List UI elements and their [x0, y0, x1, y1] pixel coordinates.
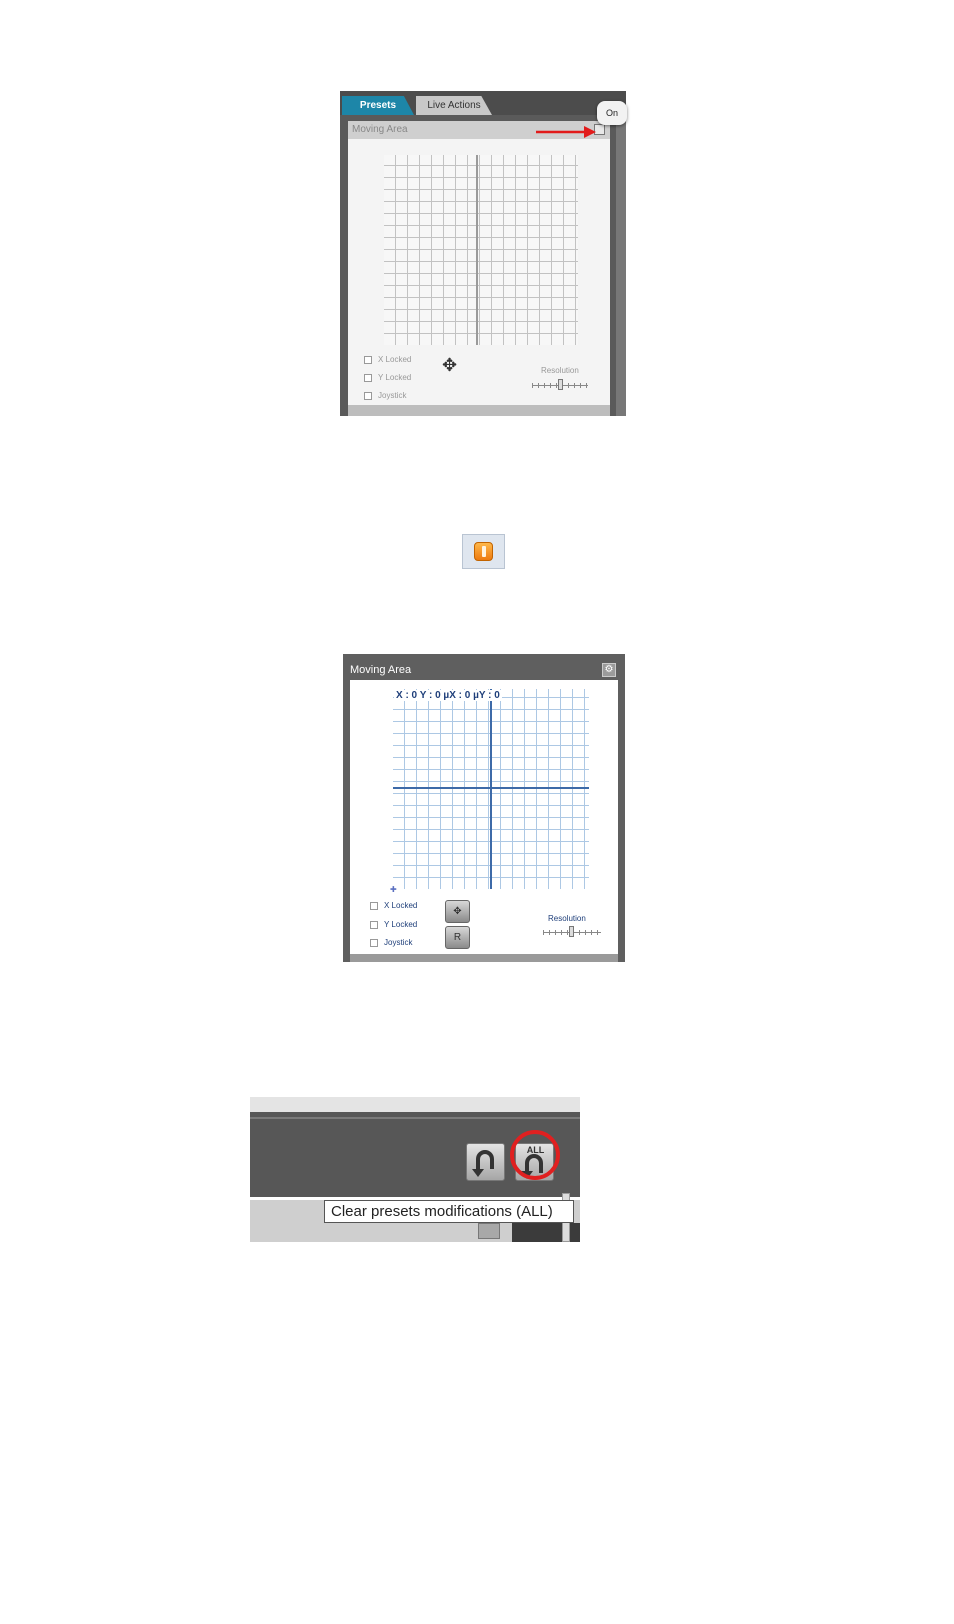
y-locked-label: Y Locked — [378, 373, 412, 382]
x-locked-label: X Locked — [378, 355, 412, 364]
four-way-arrow-icon: ✥ — [442, 355, 458, 375]
undo-icon — [472, 1150, 494, 1177]
moving-grid[interactable] — [384, 155, 578, 345]
joystick-label: Joystick — [378, 391, 407, 400]
tab-bar: Presets Live Actions — [340, 91, 626, 115]
settings-icon[interactable]: ⚙ — [602, 663, 616, 677]
tab-presets[interactable]: Presets — [342, 96, 414, 115]
y-locked-checkbox[interactable]: Y Locked — [370, 920, 417, 929]
checkbox-box[interactable] — [370, 901, 378, 910]
resolution-label: Resolution — [541, 366, 579, 375]
moving-area-screenshot-on: Moving Area ⚙ X : 0 Y : 0 µX : 0 µY : 0 … — [343, 654, 625, 962]
grid-vertical-axis — [490, 689, 492, 889]
power-on-bar — [482, 546, 486, 557]
checkbox-box[interactable] — [364, 355, 372, 364]
x-locked-checkbox[interactable]: X Locked — [370, 901, 417, 910]
top-strip — [250, 1097, 580, 1112]
grid-center-line — [476, 155, 478, 345]
moving-area-panel: Moving Area X Locked Y Locked Joystick ✥… — [348, 121, 610, 405]
moving-area-screenshot-off: Presets Live Actions Moving Area X Locke… — [340, 91, 626, 416]
moving-area-panel: X : 0 Y : 0 µX : 0 µY : 0 ✚ X Locked Y L… — [350, 680, 618, 954]
panel-footer — [348, 405, 610, 416]
on-tooltip: On — [597, 101, 627, 125]
red-arrow-annotation — [536, 126, 596, 138]
clear-presets-screenshot: ALL Clear presets modifications (ALL) — [250, 1097, 580, 1242]
resolution-slider-thumb[interactable] — [558, 379, 563, 390]
move-button[interactable]: ✥ — [445, 900, 470, 923]
red-circle-annotation — [510, 1130, 560, 1180]
coordinates-readout: X : 0 Y : 0 µX : 0 µY : 0 — [394, 690, 502, 701]
x-locked-checkbox[interactable]: X Locked — [364, 355, 411, 364]
power-toggle-icon[interactable] — [478, 1223, 500, 1239]
checkbox-box[interactable] — [370, 920, 378, 929]
grid-horizontal-axis — [393, 787, 589, 789]
scrollbar[interactable] — [616, 115, 626, 416]
checkbox-box[interactable] — [370, 938, 378, 947]
panel-title: Moving Area — [350, 664, 412, 676]
y-locked-label: Y Locked — [384, 920, 418, 929]
reset-button[interactable]: R — [445, 926, 470, 949]
tab-live-actions[interactable]: Live Actions — [416, 96, 492, 115]
origin-marker-icon: ✚ — [390, 885, 397, 894]
checkbox-box[interactable] — [364, 373, 372, 382]
four-way-arrow-icon: ✥ — [453, 906, 462, 917]
joystick-checkbox[interactable]: Joystick — [364, 391, 406, 400]
joystick-checkbox[interactable]: Joystick — [370, 938, 412, 947]
panel-title: Moving Area — [352, 124, 408, 135]
undo-button[interactable] — [466, 1143, 505, 1181]
joystick-label: Joystick — [384, 938, 413, 947]
power-on-icon — [474, 542, 493, 561]
x-locked-label: X Locked — [384, 901, 418, 910]
panel-footer — [350, 954, 618, 962]
resolution-label: Resolution — [548, 914, 586, 923]
toolbar-divider — [250, 1117, 580, 1119]
checkbox-box[interactable] — [364, 391, 372, 400]
y-locked-checkbox[interactable]: Y Locked — [364, 373, 411, 382]
clear-all-tooltip: Clear presets modifications (ALL) — [324, 1200, 574, 1223]
power-on-button[interactable] — [462, 534, 505, 569]
resolution-slider-thumb[interactable] — [569, 926, 574, 937]
